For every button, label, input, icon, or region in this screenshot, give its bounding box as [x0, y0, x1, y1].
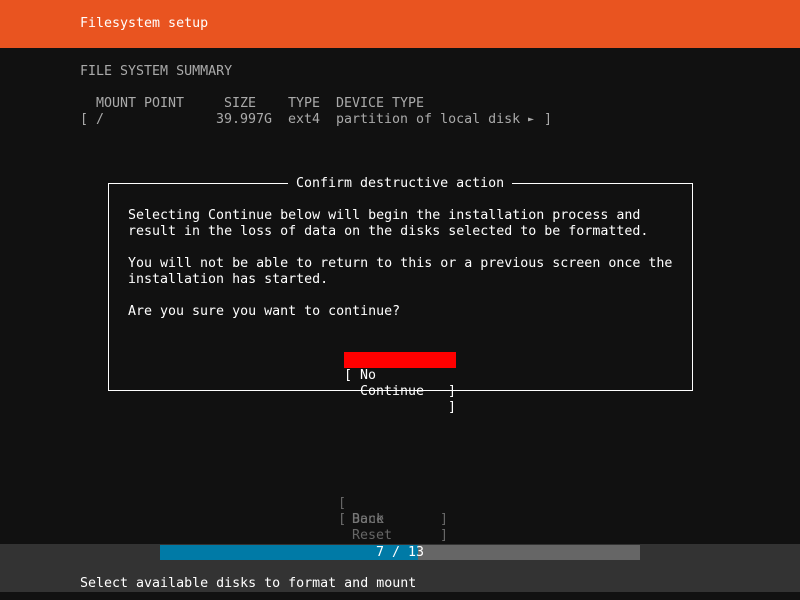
column-size: SIZE	[224, 96, 257, 111]
back-open-bracket: [	[338, 512, 347, 527]
row-size: 39.997G	[216, 112, 273, 127]
continue-button[interactable]: [ Continue ]	[344, 352, 456, 415]
row-close-bracket: ]	[544, 112, 553, 127]
header-bar: Filesystem setup	[0, 0, 800, 48]
dialog-question: Are you sure you want to continue?	[128, 304, 401, 319]
progress-label: 7 / 13	[375, 545, 425, 560]
dialog-title: Confirm destructive action	[288, 176, 513, 192]
column-mount-point: MOUNT POINT	[96, 96, 185, 111]
done-button[interactable]: [ Done ]	[338, 480, 450, 543]
dialog-text-line: Selecting Continue below will begin the …	[128, 208, 641, 223]
column-type: TYPE	[288, 96, 321, 111]
bottom-strip	[0, 592, 800, 600]
row-mount: /	[96, 112, 105, 127]
no-button-label: No	[360, 368, 377, 383]
page-title: Filesystem setup	[80, 16, 209, 31]
column-device-type: DEVICE TYPE	[336, 96, 425, 111]
dialog-text-line: You will not be able to return to this o…	[128, 256, 673, 271]
continue-button-label: Continue	[360, 384, 425, 399]
arrow-right-icon: ►	[528, 114, 535, 125]
row-type: ext4	[288, 112, 321, 127]
reset-button-label: Reset	[352, 528, 393, 543]
back-button-label: Back	[352, 512, 385, 527]
summary-heading: FILE SYSTEM SUMMARY	[80, 64, 233, 79]
back-button[interactable]: [ Back]	[338, 512, 450, 528]
row-open-bracket: [	[80, 112, 89, 127]
row-device-type: partition of local disk	[336, 112, 521, 127]
progress-bar: 7 / 13	[160, 545, 640, 560]
help-text: Select available disks to format and mou…	[80, 576, 417, 591]
dialog-text-line: installation has started.	[128, 272, 329, 287]
no-button[interactable]: [ No ]	[344, 336, 456, 399]
back-close-bracket: ]	[440, 512, 449, 527]
dialog-text-line: result in the loss of data on the disks …	[128, 224, 649, 239]
reset-button[interactable]: [ Reset ]	[338, 496, 450, 559]
